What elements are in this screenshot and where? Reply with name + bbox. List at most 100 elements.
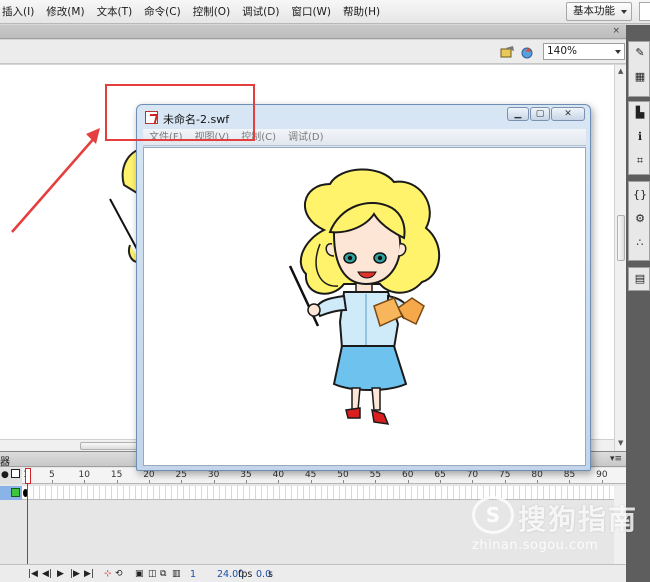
timeline-footer: |◀ ◀| ▶ |▶ ▶| ⊹ ⟲ ▣ ◫ ⧉ ▥ 1 24.00 fps 0.… <box>0 564 626 582</box>
ruler-tick <box>51 480 53 483</box>
minimize-button[interactable]: ▁ <box>507 107 529 121</box>
stage-vertical-scrollbar[interactable]: ▲ ▼ <box>614 65 626 451</box>
search-input[interactable] <box>639 2 650 21</box>
ruler-tick <box>84 480 86 483</box>
workspace-switcher[interactable]: 基本功能 <box>566 2 632 21</box>
elapsed-time-unit: s <box>268 569 273 580</box>
ruler-frame-number: 65 <box>434 470 446 480</box>
last-frame-icon[interactable]: ▶| <box>84 569 94 579</box>
current-frame: 1 <box>190 569 197 580</box>
library-icon[interactable]: ▤ <box>633 272 647 286</box>
lock-icon[interactable]: ● <box>1 470 9 480</box>
edit-symbol-icon[interactable] <box>500 45 516 59</box>
first-frame-icon[interactable]: |◀ <box>28 569 38 579</box>
ruler-tick <box>310 480 312 483</box>
ruler-tick <box>440 480 442 483</box>
zoom-value: 140% <box>547 45 578 57</box>
playhead[interactable] <box>25 468 31 484</box>
transform-icon[interactable]: ⌗ <box>633 154 647 168</box>
panel-menu-icon[interactable]: ▾≡ <box>610 454 622 464</box>
panel-group-library: ▤ <box>628 267 650 291</box>
zoom-select[interactable]: 140% <box>543 43 625 60</box>
prev-frame-icon[interactable]: ◀| <box>42 569 52 579</box>
loop-icon[interactable]: ⟲ <box>115 569 123 579</box>
swf-menu-debug[interactable]: 调试(D) <box>282 129 330 145</box>
menu-bar: 插入(I) 修改(M) 文本(T) 命令(C) 控制(O) 调试(D) 窗口(W… <box>0 0 650 24</box>
ruler-frame-number: 20 <box>143 470 155 480</box>
ruler-frame-number: 30 <box>207 470 220 480</box>
brush-icon[interactable]: ✎ <box>633 46 647 60</box>
ruler-tick <box>278 480 280 483</box>
edit-multiple-icon[interactable]: ⧉ <box>160 569 166 579</box>
ruler-frame-number: 55 <box>369 470 382 480</box>
ruler-tick <box>601 480 603 483</box>
watermark-brand: 搜狗指南 <box>518 503 639 536</box>
ruler-frame-number: 90 <box>596 470 608 480</box>
swf-player-window[interactable]: 未命名-2.swf ▁ ▢ ✕ 文件(F) 视图(V) 控制(C) 调试(D) <box>136 104 591 471</box>
timeline-tab-label[interactable]: 器 <box>0 453 10 468</box>
menu-window[interactable]: 窗口(W) <box>285 0 337 24</box>
ruler-frame-number: 40 <box>272 470 285 480</box>
components-icon[interactable]: ⚙ <box>633 212 647 226</box>
layer-row[interactable] <box>0 486 22 500</box>
teacher-character-illustration <box>288 168 441 425</box>
close-icon[interactable]: × <box>612 26 620 36</box>
edit-scene-icon[interactable] <box>520 45 536 59</box>
scroll-up-icon[interactable]: ▲ <box>618 67 623 75</box>
align-icon[interactable]: ▙ <box>633 106 647 120</box>
frame-rate-unit: fps <box>238 569 253 580</box>
scroll-down-icon[interactable]: ▼ <box>618 439 623 447</box>
ruler-frame-number: 15 <box>110 470 123 480</box>
menu-help[interactable]: 帮助(H) <box>337 0 386 24</box>
info-icon[interactable]: ℹ <box>633 130 647 144</box>
ruler-tick <box>245 480 247 483</box>
center-frame-icon[interactable]: ⊹ <box>104 569 112 579</box>
outline-icon[interactable] <box>11 469 20 478</box>
ruler-frame-number: 60 <box>401 470 414 480</box>
ruler-tick <box>181 480 183 483</box>
code-icon[interactable]: {} <box>633 188 647 202</box>
sogou-watermark: S 搜狗指南 zhinan.sogou.com <box>472 496 636 560</box>
maximize-button[interactable]: ▢ <box>530 107 550 121</box>
panel-group-color: ✎ ▦ <box>628 41 650 97</box>
panel-group-properties: ▙ ℹ ⌗ <box>628 101 650 175</box>
ruler-tick <box>116 480 118 483</box>
sogou-logo-icon: S <box>472 496 514 534</box>
swf-content-area[interactable] <box>143 147 586 466</box>
highlight-box <box>105 84 255 141</box>
motion-icon[interactable]: ∴ <box>633 236 647 250</box>
ruler-tick <box>375 480 377 483</box>
ruler-frame-number: 85 <box>563 470 576 480</box>
watermark-url: zhinan.sogou.com <box>472 538 599 553</box>
workspace-label: 基本功能 <box>573 5 615 17</box>
play-icon[interactable]: ▶ <box>57 569 64 579</box>
document-tab-strip: × <box>0 25 626 39</box>
swatch-grid-icon[interactable]: ▦ <box>633 70 647 84</box>
layer-controls: ● <box>0 468 22 484</box>
scroll-thumb[interactable] <box>617 215 625 261</box>
menu-commands[interactable]: 命令(C) <box>138 0 187 24</box>
menu-text[interactable]: 文本(T) <box>91 0 139 24</box>
ruler-tick <box>472 480 474 483</box>
scroll-thumb[interactable] <box>80 442 140 450</box>
menu-control[interactable]: 控制(O) <box>187 0 236 24</box>
panel-group-tools: {} ⚙ ∴ <box>628 181 650 261</box>
menu-debug[interactable]: 调试(D) <box>236 0 285 24</box>
menu-insert[interactable]: 插入(I) <box>0 0 40 24</box>
ruler-tick <box>537 480 539 483</box>
close-button[interactable]: ✕ <box>551 107 585 121</box>
menu-modify[interactable]: 修改(M) <box>40 0 90 24</box>
ruler-frame-number: 75 <box>499 470 511 480</box>
edit-bar: 140% <box>0 40 626 64</box>
ruler-frame-number: 25 <box>175 470 187 480</box>
onion-outline-icon[interactable]: ◫ <box>148 569 157 579</box>
ruler-tick <box>343 480 345 483</box>
ruler-tick <box>148 480 150 483</box>
ruler-frame-number: 70 <box>466 470 479 480</box>
next-frame-icon[interactable]: |▶ <box>70 569 80 579</box>
ruler-tick <box>213 480 215 483</box>
onion-skin-icon[interactable]: ▣ <box>135 569 144 579</box>
ruler-frame-number: 50 <box>337 470 349 480</box>
ruler-tick <box>504 480 506 483</box>
onion-markers-icon[interactable]: ▥ <box>172 569 181 579</box>
